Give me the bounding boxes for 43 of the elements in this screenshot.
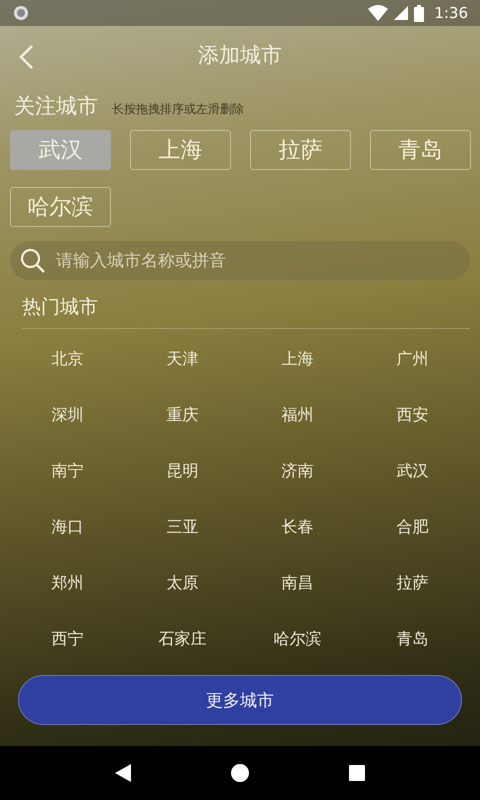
city-item[interactable]: 三亚 — [125, 499, 240, 555]
city-item[interactable]: 哈尔滨 — [240, 611, 355, 667]
city-item[interactable]: 郑州 — [10, 555, 125, 611]
city-item[interactable]: 上海 — [240, 331, 355, 387]
city-item[interactable]: 北京 — [10, 331, 125, 387]
city-item[interactable]: 广州 — [355, 331, 470, 387]
city-item[interactable]: 重庆 — [125, 387, 240, 443]
city-item[interactable]: 西宁 — [10, 611, 125, 667]
signal-icon — [394, 6, 408, 20]
square-icon — [349, 765, 365, 781]
city-item[interactable]: 天津 — [125, 331, 240, 387]
city-item[interactable]: 济南 — [240, 443, 355, 499]
triangle-icon — [115, 764, 131, 782]
hint-text: 长按拖拽排序或左滑删除 — [112, 101, 244, 118]
section-title: 关注城市 — [14, 93, 98, 120]
more-cities-button[interactable]: 更多城市 — [18, 675, 462, 725]
city-item[interactable]: 长春 — [240, 499, 355, 555]
chevron-left-icon — [18, 44, 34, 70]
circle-icon — [231, 764, 249, 782]
search-field[interactable]: 请输入城市名称或拼音 — [10, 241, 470, 280]
wifi-icon — [368, 5, 388, 21]
notification-circle-icon — [12, 4, 30, 22]
search-input[interactable]: 请输入城市名称或拼音 — [54, 250, 460, 272]
city-item[interactable]: 青岛 — [355, 611, 470, 667]
city-item[interactable]: 石家庄 — [125, 611, 240, 667]
battery-icon — [414, 4, 424, 22]
city-item[interactable]: 深圳 — [10, 387, 125, 443]
page-title: 添加城市 — [198, 42, 282, 69]
city-item[interactable]: 南昌 — [240, 555, 355, 611]
city-item[interactable]: 武汉 — [355, 443, 470, 499]
city-item[interactable]: 南宁 — [10, 443, 125, 499]
search-icon — [20, 248, 46, 274]
city-item[interactable]: 太原 — [125, 555, 240, 611]
status-time: 1:36 — [434, 4, 468, 22]
back-nav-button[interactable] — [115, 764, 131, 782]
section-title: 热门城市 — [22, 295, 99, 320]
city-item[interactable]: 合肥 — [355, 499, 470, 555]
city-item[interactable]: 昆明 — [125, 443, 240, 499]
city-item[interactable]: 海口 — [10, 499, 125, 555]
city-item[interactable]: 拉萨 — [355, 555, 470, 611]
city-item[interactable]: 福州 — [240, 387, 355, 443]
city-item[interactable]: 西安 — [355, 387, 470, 443]
home-nav-button[interactable] — [231, 764, 249, 782]
